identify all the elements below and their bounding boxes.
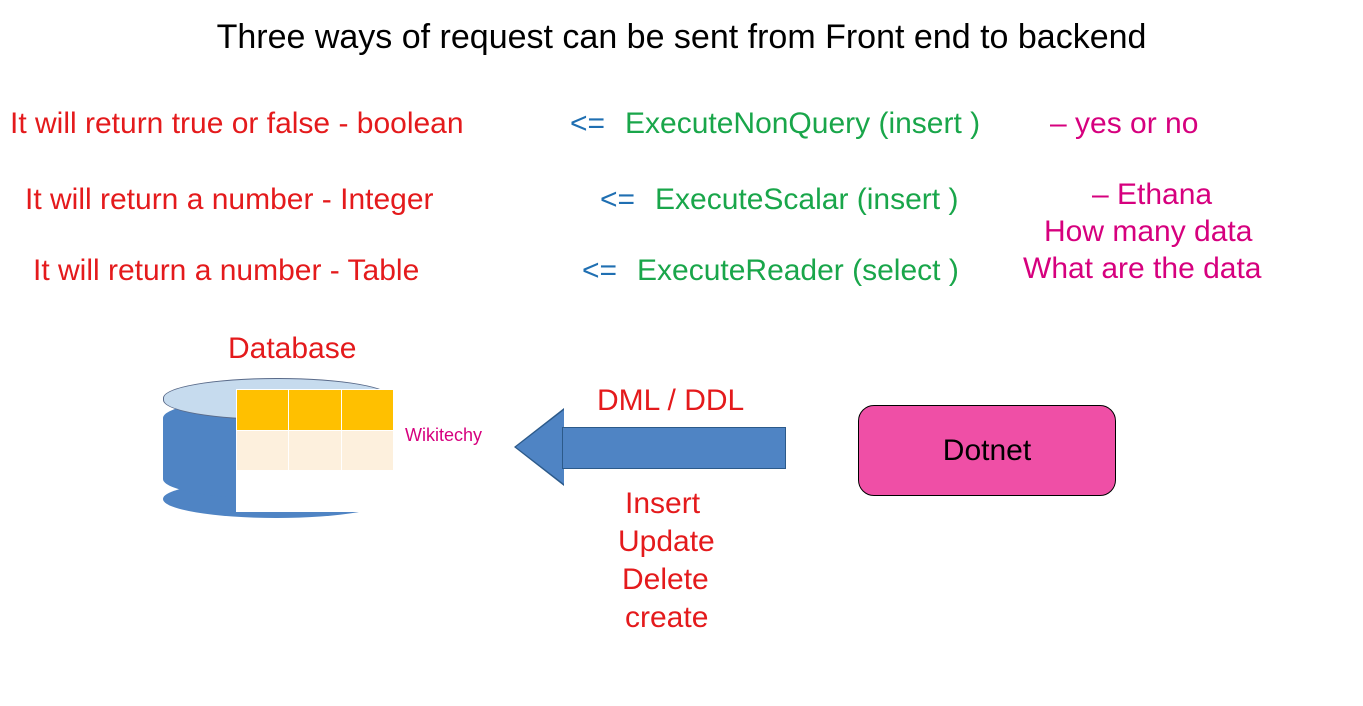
op-delete: Delete	[622, 563, 709, 597]
return-desc-2: It will return a number - Integer	[25, 183, 434, 217]
watermark: Wikitechy	[405, 425, 482, 446]
arrow-symbol-2: <=	[600, 183, 635, 217]
return-desc-3: It will return a number - Table	[33, 254, 419, 288]
note-2: – Ethana	[1092, 178, 1212, 212]
arrow-head	[516, 410, 564, 484]
exec-method-3: ExecuteReader (select )	[637, 254, 959, 288]
dotnet-label: Dotnet	[943, 434, 1031, 468]
arrow-symbol-3: <=	[582, 254, 617, 288]
return-desc-1: It will return true or false - boolean	[10, 107, 464, 141]
exec-method-2: ExecuteScalar (insert )	[655, 183, 958, 217]
arrow-symbol-1: <=	[570, 107, 605, 141]
database-label: Database	[228, 332, 356, 366]
dml-ddl-label: DML / DDL	[597, 384, 744, 418]
arrow-body	[562, 427, 786, 469]
dotnet-box: Dotnet	[858, 405, 1116, 496]
note-1: – yes or no	[1050, 107, 1198, 141]
database-table-icon	[236, 389, 394, 512]
exec-method-1: ExecuteNonQuery (insert )	[625, 107, 980, 141]
page-title: Three ways of request can be sent from F…	[0, 18, 1363, 57]
note-howmany: How many data	[1044, 215, 1252, 249]
op-update: Update	[618, 525, 715, 559]
op-insert: Insert	[625, 487, 700, 521]
op-create: create	[625, 601, 708, 635]
note-3: What are the data	[1023, 252, 1261, 286]
